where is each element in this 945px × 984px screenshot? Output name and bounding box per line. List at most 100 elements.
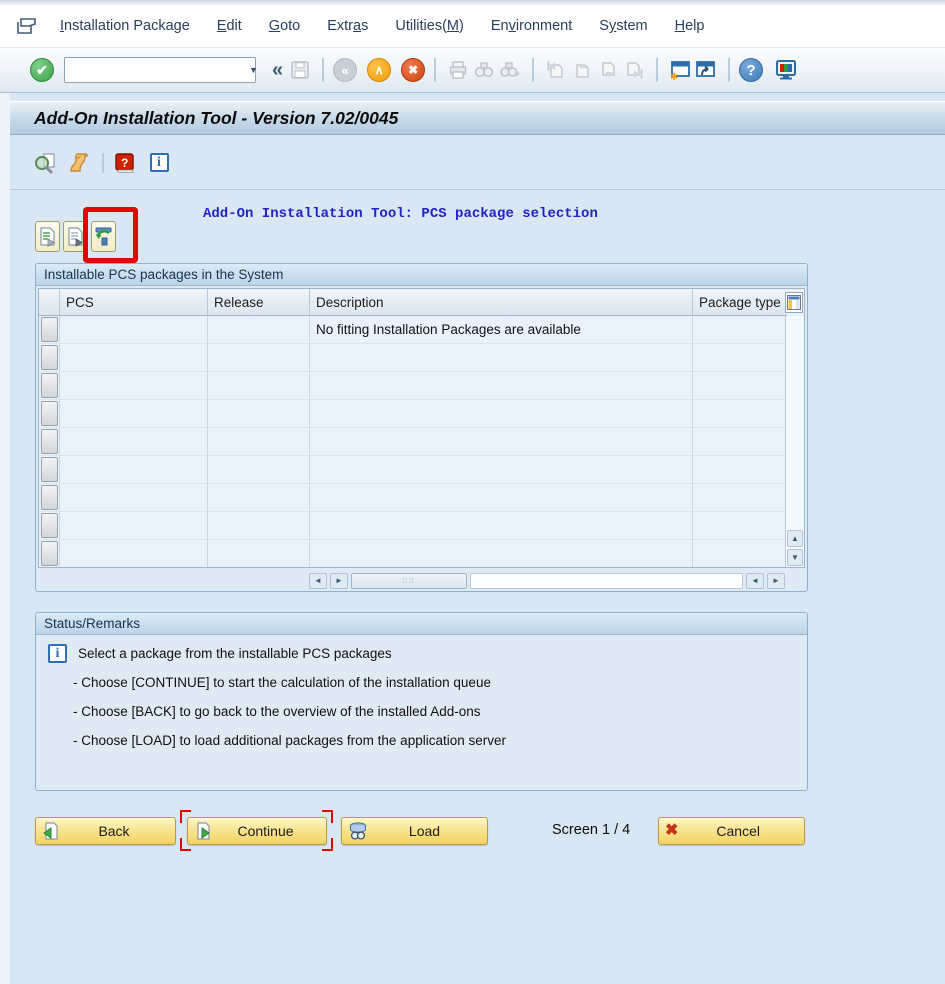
row-selector[interactable] — [39, 344, 60, 372]
table-cell[interactable] — [208, 344, 310, 372]
table-cell[interactable] — [310, 484, 693, 512]
last-page-icon[interactable] — [621, 57, 647, 83]
system-menu-icon[interactable] — [16, 17, 38, 35]
table-cell[interactable]: No fitting Installation Packages are ava… — [310, 316, 693, 344]
row-selector[interactable] — [39, 456, 60, 484]
row-selector-button[interactable] — [41, 513, 58, 538]
command-field[interactable]: ▼ — [64, 57, 256, 83]
row-selector[interactable] — [39, 316, 60, 344]
next-page-icon[interactable] — [595, 57, 621, 83]
row-selector[interactable] — [39, 540, 60, 568]
menu-item-extras[interactable]: Extras — [327, 18, 368, 34]
table-cell[interactable] — [208, 400, 310, 428]
scrollbar-track[interactable] — [470, 573, 743, 589]
row-selector-button[interactable] — [41, 485, 58, 510]
scroll-down-icon[interactable]: ▼ — [787, 549, 803, 566]
table-cell[interactable] — [693, 344, 787, 372]
column-header-release[interactable]: Release — [208, 289, 310, 316]
row-selector-button[interactable] — [41, 541, 58, 566]
row-selector-button[interactable] — [41, 457, 58, 482]
vertical-scrollbar[interactable]: ▲ ▼ — [785, 316, 804, 568]
table-cell[interactable] — [693, 316, 787, 344]
cancel-icon[interactable]: ✖ — [401, 58, 425, 82]
scroll-left-icon[interactable]: ◄ — [746, 573, 764, 589]
row-selector[interactable] — [39, 512, 60, 540]
command-dropdown-icon[interactable]: ▼ — [249, 58, 258, 82]
table-cell[interactable] — [310, 372, 693, 400]
menu-item-utilities-m-[interactable]: Utilities(M) — [395, 18, 464, 34]
table-cell[interactable] — [693, 456, 787, 484]
save-icon[interactable] — [287, 57, 313, 83]
table-cell[interactable] — [60, 344, 208, 372]
scrollbar-thumb[interactable]: ∷∷ — [351, 573, 467, 589]
table-cell[interactable] — [208, 484, 310, 512]
find-icon[interactable] — [471, 57, 497, 83]
table-cell[interactable] — [310, 512, 693, 540]
table-cell[interactable] — [208, 456, 310, 484]
table-cell[interactable] — [310, 400, 693, 428]
table-cell[interactable] — [693, 512, 787, 540]
column-header-package-type[interactable]: Package type — [693, 289, 787, 316]
scroll-right-icon[interactable]: ► — [330, 573, 348, 589]
table-cell[interactable] — [208, 428, 310, 456]
table-cell[interactable] — [60, 456, 208, 484]
row-selector-button[interactable] — [41, 429, 58, 454]
table-cell[interactable] — [693, 540, 787, 568]
row-selector[interactable] — [39, 400, 60, 428]
command-input[interactable] — [65, 58, 249, 82]
select-all-header[interactable] — [39, 289, 60, 316]
menu-item-help[interactable]: Help — [675, 18, 705, 34]
horizontal-scrollbar[interactable]: ◄ ► ∷∷ ◄ ► — [38, 570, 805, 590]
row-selector-button[interactable] — [41, 401, 58, 426]
show-installed-packages-button[interactable] — [63, 221, 88, 252]
table-cell[interactable] — [60, 512, 208, 540]
first-page-icon[interactable] — [543, 57, 569, 83]
menu-item-edit[interactable]: Edit — [217, 18, 242, 34]
table-cell[interactable] — [60, 400, 208, 428]
row-selector[interactable] — [39, 428, 60, 456]
table-cell[interactable] — [310, 344, 693, 372]
create-shortcut-icon[interactable] — [693, 57, 719, 83]
find-next-icon[interactable] — [497, 57, 523, 83]
table-cell[interactable] — [60, 540, 208, 568]
logs-icon[interactable] — [66, 150, 92, 176]
load-from-frontend-button[interactable] — [91, 221, 116, 252]
collapse-icon[interactable]: « — [272, 59, 283, 82]
column-header-pcs[interactable]: PCS — [60, 289, 208, 316]
load-button[interactable]: Load — [341, 817, 488, 845]
table-cell[interactable] — [310, 456, 693, 484]
scroll-left-icon[interactable]: ◄ — [309, 573, 327, 589]
row-selector-button[interactable] — [41, 317, 58, 342]
back-button[interactable]: Back — [35, 817, 176, 845]
back-icon[interactable]: « — [333, 58, 357, 82]
show-installable-packages-button[interactable] — [35, 221, 60, 252]
menu-item-system[interactable]: System — [599, 18, 647, 34]
table-cell[interactable] — [208, 512, 310, 540]
row-selector[interactable] — [39, 484, 60, 512]
row-selector[interactable] — [39, 372, 60, 400]
table-cell[interactable] — [693, 372, 787, 400]
table-cell[interactable] — [693, 484, 787, 512]
exit-icon[interactable]: ∧ — [367, 58, 391, 82]
menu-item-environment[interactable]: Environment — [491, 18, 572, 34]
column-header-description[interactable]: Description — [310, 289, 693, 316]
table-settings-icon[interactable] — [785, 292, 803, 313]
new-session-icon[interactable]: ✱ — [667, 57, 693, 83]
table-cell[interactable] — [208, 540, 310, 568]
display-icon[interactable] — [32, 150, 58, 176]
enter-icon[interactable]: ✔ — [30, 58, 54, 82]
help-book-icon[interactable]: ? — [112, 150, 138, 176]
table-cell[interactable] — [310, 428, 693, 456]
scroll-right-icon[interactable]: ► — [767, 573, 785, 589]
row-selector-button[interactable] — [41, 345, 58, 370]
help-icon[interactable]: ? — [739, 58, 763, 82]
menu-item-installation-package[interactable]: Installation Package — [60, 18, 190, 34]
menu-item-goto[interactable]: Goto — [269, 18, 300, 34]
print-icon[interactable] — [445, 57, 471, 83]
table-cell[interactable] — [208, 372, 310, 400]
table-cell[interactable] — [60, 316, 208, 344]
table-cell[interactable] — [693, 400, 787, 428]
cancel-button[interactable]: ✖ Cancel — [658, 817, 805, 845]
customize-layout-icon[interactable] — [773, 57, 799, 83]
info-icon[interactable]: i — [146, 150, 172, 176]
